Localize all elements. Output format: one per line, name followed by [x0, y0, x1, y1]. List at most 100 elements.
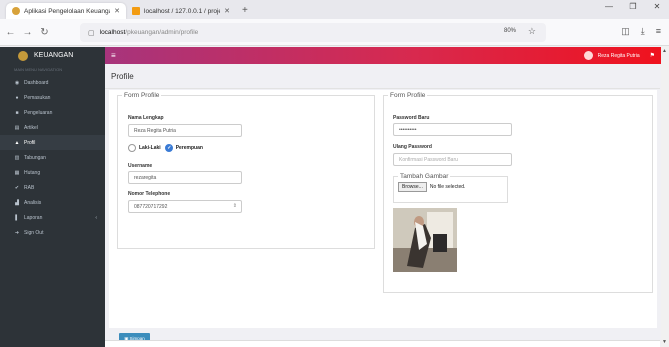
spinner-icon[interactable]: ⇕ [233, 203, 237, 209]
scroll-down-icon[interactable]: ▼ [662, 339, 667, 345]
topbar: ≡ Reza Regita Putria ⚑ [105, 47, 669, 64]
browser-tab-app[interactable]: Aplikasi Pengelolaan Keuanga ✕ [6, 3, 126, 19]
photo-illustration [393, 208, 457, 272]
sidebar-item-dashboard[interactable]: ◉ Dashboard [0, 75, 105, 90]
page-icon: ▢ [88, 29, 95, 37]
tab-title: Aplikasi Pengelolaan Keuanga [24, 7, 111, 15]
sidebar-item-label: Laporan [24, 214, 43, 221]
file-status: No file selected. [429, 184, 466, 190]
zoom-level[interactable]: 80% [504, 28, 516, 34]
close-icon[interactable]: ✕ [224, 7, 230, 15]
income-icon: ● [15, 94, 19, 101]
browser-tab-phpmyadmin[interactable]: localhost / 127.0.0.1 / project ✕ [126, 3, 236, 19]
pocket-icon[interactable]: ◫ [621, 26, 630, 37]
chevron-left-icon: ‹ [95, 214, 97, 221]
profile-card: Form Profile Nama Lengkap Reza Regita Pu… [109, 90, 657, 344]
sidebar-item-label: Analisis [24, 199, 42, 206]
gender-radio-group: Laki-Laki Perempuan [128, 144, 203, 152]
sidebar-item-label: Tabungan [24, 154, 46, 161]
sidebar-item-pemasukan[interactable]: ● Pemasukan [0, 90, 105, 105]
report-icon: ▌ [15, 214, 19, 221]
flag-icon[interactable]: ⚑ [650, 52, 655, 59]
sidebar-item-laporan[interactable]: ▌ Laporan ‹ [0, 210, 105, 225]
profile-photo [393, 208, 457, 272]
new-password-input[interactable]: •••••••••• [393, 123, 512, 136]
window-controls: — ❐ ✕ [597, 2, 669, 11]
sidebar-item-hutang[interactable]: ▦ Hutang [0, 165, 105, 180]
bookmark-star-icon[interactable]: ☆ [528, 26, 536, 37]
full-name-label: Nama Lengkap [128, 115, 164, 121]
sidebar-item-profil[interactable]: ▲ Profil [0, 135, 105, 150]
forward-icon[interactable]: → [21, 27, 34, 38]
phone-input[interactable]: 087720717292 ⇕ [128, 200, 242, 213]
maximize-icon[interactable]: ❐ [621, 2, 645, 11]
user-menu[interactable]: Reza Regita Putria ⚑ [583, 51, 655, 60]
url-path: /pkeuangan/admin/profile [125, 29, 199, 36]
sidebar-item-pengeluaran[interactable]: ■ Pengeluaran [0, 105, 105, 120]
new-tab-icon[interactable]: + [242, 5, 248, 16]
brand-name: KEUANGAN [34, 52, 74, 59]
gender-female-radio[interactable] [164, 144, 173, 152]
image-upload-fieldset: Tambah Gambar Browse... No file selected… [393, 173, 508, 203]
profile-image [393, 208, 457, 272]
gender-male-label: Laki-Laki [139, 145, 161, 151]
sidebar-item-tabungan[interactable]: ▥ Tabungan [0, 150, 105, 165]
chart-icon: ▟ [15, 199, 19, 206]
gender-female-label: Perempuan [175, 145, 203, 151]
sidebar-item-label: RAB [24, 184, 35, 191]
sidebar-item-sign-out[interactable]: ➜ Sign Out [0, 225, 105, 240]
brand-logo-icon [18, 50, 28, 61]
sidebar: MAIN MENU NAVIGATION ◉ Dashboard ● Pemasuka… [0, 64, 105, 347]
sidebar-item-label: Profil [24, 139, 36, 146]
article-icon: ▤ [14, 124, 20, 131]
user-icon: ▲ [14, 139, 20, 146]
sidebar-item-label: Hutang [24, 169, 41, 176]
bank-icon: ▥ [14, 154, 20, 161]
username-label: Username [128, 163, 153, 169]
fieldset-legend: Form Profile [390, 92, 426, 99]
sidebar-item-label: Artikel [24, 124, 38, 131]
browser-navbar: ← → ↻ ▢ localhost /pkeuangan/admin/profi… [0, 19, 669, 46]
sidebar-item-artikel[interactable]: ▤ Artikel [0, 120, 105, 135]
divider [105, 88, 660, 89]
debt-icon: ▦ [14, 169, 20, 176]
menu-icon[interactable]: ≡ [656, 26, 661, 37]
user-name: Reza Regita Putria [597, 52, 640, 59]
signout-icon: ➜ [14, 229, 20, 236]
page-title: Profile [111, 72, 134, 81]
sidebar-header: MAIN MENU NAVIGATION [14, 67, 63, 72]
window-close-icon[interactable]: ✕ [645, 2, 669, 11]
brand[interactable]: KEUANGAN [0, 47, 105, 64]
phone-label: Nomor Telephone [128, 191, 171, 197]
sidebar-item-label: Pemasukan [24, 94, 51, 101]
file-input[interactable]: Browse... No file selected. [394, 182, 507, 192]
close-icon[interactable]: ✕ [114, 7, 120, 15]
full-name-input[interactable]: Reza Regita Putria [128, 124, 242, 137]
browse-button[interactable]: Browse... [398, 182, 427, 192]
fieldset-legend: Form Profile [124, 92, 160, 99]
sidebar-item-analisis[interactable]: ▟ Analisis [0, 195, 105, 210]
sidebar-item-rab[interactable]: ✔ RAB [0, 180, 105, 195]
image-upload-legend: Tambah Gambar [400, 173, 449, 180]
back-icon[interactable]: ← [4, 27, 17, 38]
phone-value: 087720717292 [134, 203, 168, 210]
tab-title: localhost / 127.0.0.1 / project [144, 7, 221, 15]
reload-icon[interactable]: ↻ [38, 27, 51, 38]
repeat-password-input[interactable]: Konfirmasi Password Baru [393, 153, 512, 166]
footer [105, 340, 660, 347]
check-icon: ✔ [14, 184, 20, 191]
repeat-password-label: Ulang Password [393, 144, 432, 150]
scroll-up-icon[interactable]: ▲ [662, 48, 667, 54]
avatar [583, 51, 593, 60]
gender-male-radio[interactable] [128, 144, 136, 152]
main-content: Profile Form Profile Nama Lengkap Reza R… [105, 64, 660, 347]
phpmyadmin-favicon-icon [132, 7, 140, 15]
expense-icon: ■ [15, 109, 19, 116]
download-icon[interactable]: ⤓ [641, 26, 645, 37]
hamburger-icon[interactable]: ≡ [111, 51, 116, 60]
browser-tabbar: Aplikasi Pengelolaan Keuanga ✕ localhost… [0, 0, 669, 19]
page-scrollbar[interactable]: ▲ ▼ [661, 46, 669, 347]
username-input[interactable]: rezaregita [128, 171, 242, 184]
minimize-icon[interactable]: — [597, 2, 621, 11]
url-bar[interactable]: ▢ localhost /pkeuangan/admin/profile 80%… [80, 23, 546, 42]
